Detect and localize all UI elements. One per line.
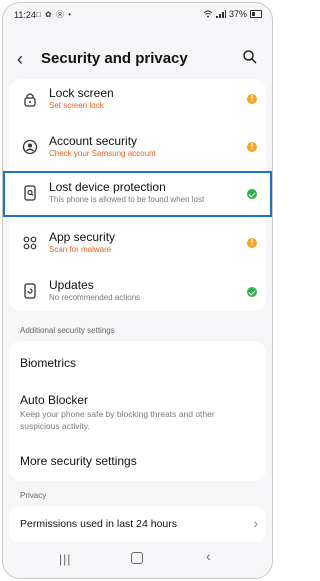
- section-label-additional: Additional security settings: [20, 326, 115, 335]
- section-label-privacy: Privacy: [20, 491, 47, 500]
- list-item-lock-screen[interactable]: Lock screen Set screen lock !: [9, 81, 266, 123]
- app-security-subtitle: Scan for malware: [49, 245, 112, 254]
- signal-icon: [215, 10, 226, 18]
- list-item-account-security[interactable]: Account security Check your Samsung acco…: [9, 129, 266, 171]
- apps-icon: [23, 236, 37, 250]
- auto-blocker-subtitle: Keep your phone safe by blocking threats…: [20, 409, 215, 431]
- status-bar: 11:24 □ ✿ Ⓡ • 37%: [3, 3, 272, 29]
- account-security-title: Account security: [49, 134, 138, 148]
- recent-apps-icon[interactable]: |||: [59, 552, 71, 566]
- list-item-lost-device-protection[interactable]: Lost device protection This phone is all…: [9, 175, 266, 215]
- list-item-more-security-settings[interactable]: More security settings: [9, 445, 266, 479]
- list-item-updates[interactable]: Updates No recommended actions: [9, 273, 266, 315]
- search-icon[interactable]: [242, 49, 258, 65]
- wifi-icon: [203, 10, 213, 18]
- warning-icon: !: [247, 94, 257, 104]
- more-security-title: More security settings: [20, 454, 137, 468]
- lost-device-subtitle: This phone is allowed to be found when l…: [49, 195, 205, 204]
- permissions-title: Permissions used in last 24 hours: [20, 518, 177, 530]
- status-time: 11:24: [14, 10, 36, 20]
- account-security-subtitle: Check your Samsung account: [49, 149, 156, 158]
- list-item-permissions[interactable]: Permissions used in last 24 hours ›: [9, 508, 266, 542]
- updates-title: Updates: [49, 278, 94, 292]
- list-item-auto-blocker[interactable]: Auto Blocker Keep your phone safe by blo…: [9, 387, 266, 437]
- check-icon: [247, 189, 257, 199]
- update-phone-icon: [24, 283, 36, 299]
- account-icon: [22, 139, 38, 155]
- lost-device-title: Lost device protection: [49, 180, 166, 194]
- list-item-app-security[interactable]: App security Scan for malware !: [9, 225, 266, 267]
- battery-icon: [250, 10, 262, 18]
- list-item-biometrics[interactable]: Biometrics: [9, 343, 266, 383]
- phone-search-icon: [24, 185, 36, 201]
- status-right: 37%: [203, 9, 262, 19]
- page-title: Security and privacy: [41, 50, 188, 67]
- phone-frame: 11:24 □ ✿ Ⓡ • 37% ‹ Security and privacy…: [2, 2, 273, 579]
- auto-blocker-title: Auto Blocker: [20, 393, 89, 407]
- warning-icon: !: [247, 142, 257, 152]
- check-icon: [247, 287, 257, 297]
- updates-subtitle: No recommended actions: [49, 293, 141, 302]
- home-icon[interactable]: [131, 552, 143, 564]
- nav-back-icon[interactable]: ‹: [206, 548, 211, 564]
- lock-screen-title: Lock screen: [49, 86, 114, 100]
- chevron-right-icon: ›: [253, 515, 258, 531]
- app-security-title: App security: [49, 230, 116, 244]
- warning-icon: !: [247, 238, 257, 248]
- app-bar: ‹ Security and privacy: [3, 41, 272, 77]
- battery-percent: 37%: [228, 9, 247, 19]
- biometrics-title: Biometrics: [20, 356, 77, 370]
- lock-screen-subtitle: Set screen lock: [49, 101, 104, 110]
- notification-icons: □ ✿ Ⓡ •: [36, 10, 73, 19]
- lock-icon: [24, 93, 36, 107]
- back-arrow-icon[interactable]: ‹: [17, 49, 23, 70]
- navigation-bar: ||| ‹: [3, 542, 272, 578]
